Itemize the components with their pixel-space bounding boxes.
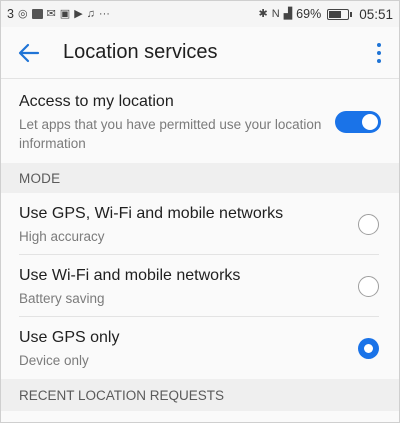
- bluetooth-icon: ✱: [258, 7, 268, 20]
- hotspot-icon: ◎: [17, 7, 28, 20]
- mode-option-device-only[interactable]: Use GPS only Device only: [1, 317, 399, 379]
- back-button[interactable]: [17, 38, 47, 68]
- app-bar: Location services: [1, 27, 399, 79]
- image-icon: ▣: [59, 7, 71, 20]
- status-bar: 3 ◎ ✉ ▣ ▶ ♫ ··· ✱ Ν ▟ 69% 05:51: [1, 1, 399, 27]
- mode-option-subtitle: Device only: [19, 352, 89, 368]
- battery-fill: [329, 10, 342, 18]
- mode-option-title: Use GPS only: [19, 328, 120, 346]
- more-vert-icon-dot: [377, 50, 381, 55]
- back-arrow-icon: [18, 43, 40, 62]
- recent-requests-header: RECENT LOCATION REQUESTS: [1, 379, 399, 411]
- status-bar-right: ✱ Ν ▟ 69% 05:51: [259, 7, 393, 22]
- mode-option-battery-saving[interactable]: Use Wi-Fi and mobile networks Battery sa…: [1, 255, 399, 317]
- sim-indicator: 3: [7, 7, 14, 21]
- mode-option-title: Use Wi-Fi and mobile networks: [19, 266, 241, 284]
- screen: 3 ◎ ✉ ▣ ▶ ♫ ··· ✱ Ν ▟ 69% 05:51 Location…: [0, 0, 400, 423]
- overflow-menu-button[interactable]: [369, 38, 389, 68]
- app-notification-icon: [31, 9, 43, 19]
- email-icon: ✉: [46, 7, 56, 20]
- mode-option-high-accuracy[interactable]: Use GPS, Wi-Fi and mobile networks High …: [1, 193, 399, 255]
- status-time: 05:51: [359, 6, 393, 22]
- toggle-knob: [362, 114, 378, 130]
- more-notifications-icon: ···: [98, 7, 110, 20]
- access-location-row[interactable]: Access to my location Let apps that you …: [1, 79, 399, 163]
- mode-option-subtitle: High accuracy: [19, 228, 105, 244]
- signal-icon: ▟: [283, 7, 293, 20]
- status-bar-left: 3 ◎ ✉ ▣ ▶ ♫ ···: [7, 7, 110, 21]
- radio-device-only[interactable]: [358, 337, 379, 359]
- nfc-icon: Ν: [271, 7, 280, 20]
- mode-option-title: Use GPS, Wi-Fi and mobile networks: [19, 204, 284, 222]
- more-vert-icon-dot: [377, 58, 381, 63]
- access-location-title: Access to my location: [19, 93, 174, 110]
- radio-battery-saving[interactable]: [358, 275, 379, 297]
- play-store-icon: ▶: [74, 7, 83, 20]
- battery-percent: 69%: [296, 7, 322, 21]
- more-vert-icon-dot: [377, 42, 381, 47]
- access-location-toggle[interactable]: [335, 111, 381, 133]
- twitter-icon: ♫: [86, 7, 95, 20]
- mode-option-subtitle: Battery saving: [19, 290, 105, 306]
- mode-section-header: MODE: [1, 163, 399, 193]
- mode-option-text: Use GPS only Device only: [19, 327, 358, 370]
- battery-icon: [327, 8, 353, 20]
- access-location-text: Access to my location Let apps that you …: [19, 91, 325, 153]
- mode-option-text: Use GPS, Wi-Fi and mobile networks High …: [19, 203, 358, 246]
- mode-option-text: Use Wi-Fi and mobile networks Battery sa…: [19, 265, 358, 308]
- access-location-subtitle: Let apps that you have permitted use you…: [19, 117, 322, 151]
- page-title: Location services: [63, 41, 218, 63]
- radio-high-accuracy[interactable]: [358, 213, 379, 235]
